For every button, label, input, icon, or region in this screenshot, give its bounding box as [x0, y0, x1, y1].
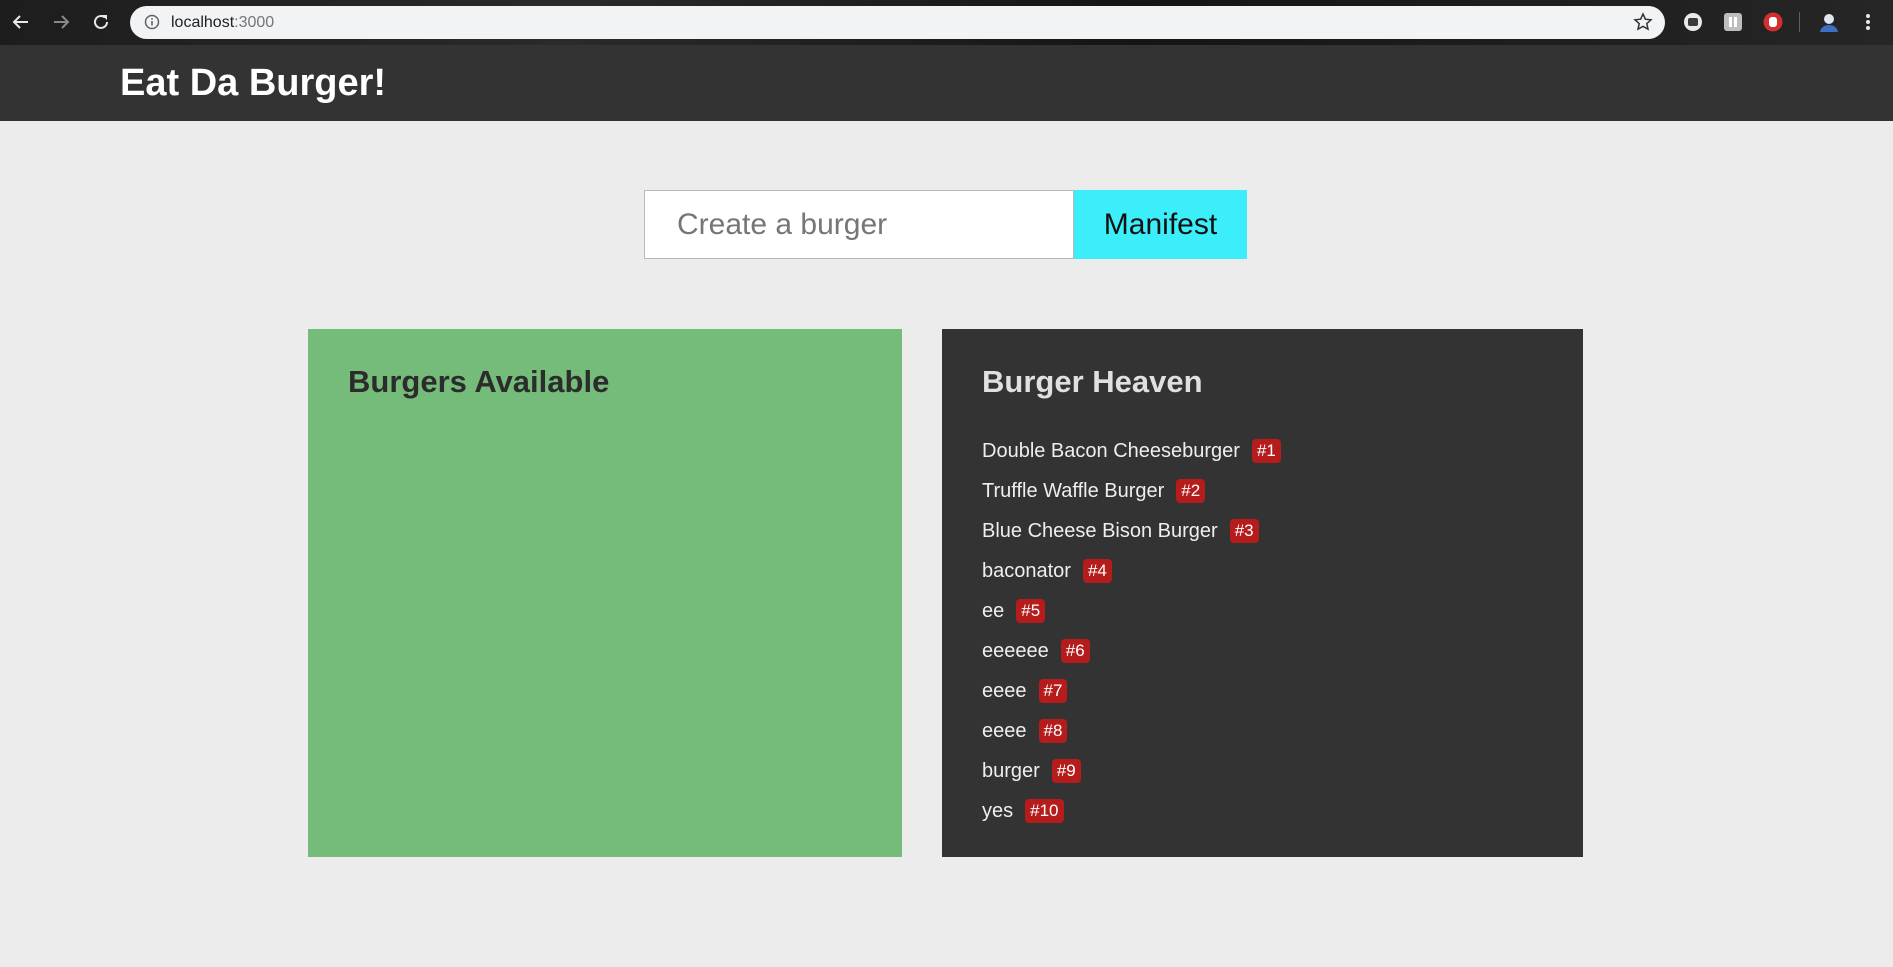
- url-port: :3000: [234, 14, 275, 31]
- burgers-available-title: Burgers Available: [348, 364, 610, 399]
- info-icon[interactable]: [144, 14, 160, 35]
- reload-icon[interactable]: [89, 10, 113, 34]
- list-item: eeee #7: [982, 671, 1281, 711]
- url-host: localhost: [171, 14, 235, 31]
- burger-name: Truffle Waffle Burger: [982, 479, 1165, 502]
- address-url: localhost:3000: [171, 14, 274, 32]
- devoured-burger-list: Double Bacon Cheeseburger #1 Truffle Waff…: [982, 431, 1281, 831]
- burger-name: eeee: [982, 679, 1027, 702]
- manifest-button[interactable]: Manifest: [1074, 190, 1247, 259]
- burger-name: Blue Cheese Bison Burger: [982, 519, 1218, 542]
- list-item: Double Bacon Cheeseburger #1: [982, 431, 1281, 471]
- burger-heaven-panel: Burger Heaven Double Bacon Cheeseburger #…: [942, 329, 1583, 857]
- burger-id-badge: #1: [1251, 439, 1281, 463]
- burger-name: ee: [982, 599, 1005, 622]
- star-icon[interactable]: [1633, 12, 1653, 37]
- browser-toolbar: localhost:3000: [0, 0, 1893, 45]
- back-arrow-icon[interactable]: [9, 10, 33, 34]
- burger-name: baconator: [982, 559, 1071, 582]
- list-item: Truffle Waffle Burger #2: [982, 471, 1281, 511]
- burger-id-badge: #4: [1082, 559, 1112, 583]
- burger-name: yes: [982, 799, 1014, 822]
- list-item: burger #9: [982, 751, 1281, 791]
- burger-id-badge: #5: [1016, 599, 1046, 623]
- list-item: ee #5: [982, 591, 1281, 631]
- burger-name: eeeeee: [982, 639, 1049, 662]
- extension-icon[interactable]: [1762, 11, 1784, 33]
- list-item: Blue Cheese Bison Burger #3: [982, 511, 1281, 551]
- brand-title[interactable]: Eat Da Burger!: [120, 62, 386, 105]
- burger-id-badge: #3: [1229, 519, 1259, 543]
- list-item: eeee #8: [982, 711, 1281, 751]
- burger-id-badge: #7: [1038, 679, 1068, 703]
- burgers-available-panel: Burgers Available: [308, 329, 902, 857]
- burger-id-badge: #6: [1060, 639, 1090, 663]
- burger-name-input[interactable]: [644, 190, 1074, 259]
- list-item: eeeeee #6: [982, 631, 1281, 671]
- app-navbar: Eat Da Burger!: [0, 45, 1893, 121]
- burger-name: eeee: [982, 719, 1027, 742]
- toolbar-separator: [1799, 12, 1800, 32]
- burger-id-badge: #10: [1025, 799, 1064, 823]
- extension-icon[interactable]: [1682, 11, 1704, 33]
- profile-avatar-icon[interactable]: [1818, 11, 1840, 33]
- burger-id-badge: #9: [1051, 759, 1081, 783]
- extension-icon[interactable]: [1722, 11, 1744, 33]
- burger-name: burger: [982, 759, 1040, 782]
- address-bar[interactable]: localhost:3000: [130, 6, 1665, 39]
- burger-id-badge: #8: [1038, 719, 1068, 743]
- burger-id-badge: #2: [1176, 479, 1206, 503]
- burger-heaven-title: Burger Heaven: [982, 364, 1203, 399]
- list-item: yes #10: [982, 791, 1281, 831]
- list-item: baconator #4: [982, 551, 1281, 591]
- burger-name: Double Bacon Cheeseburger: [982, 439, 1240, 462]
- kebab-menu-icon[interactable]: [1857, 11, 1879, 33]
- forward-arrow-icon[interactable]: [49, 10, 73, 34]
